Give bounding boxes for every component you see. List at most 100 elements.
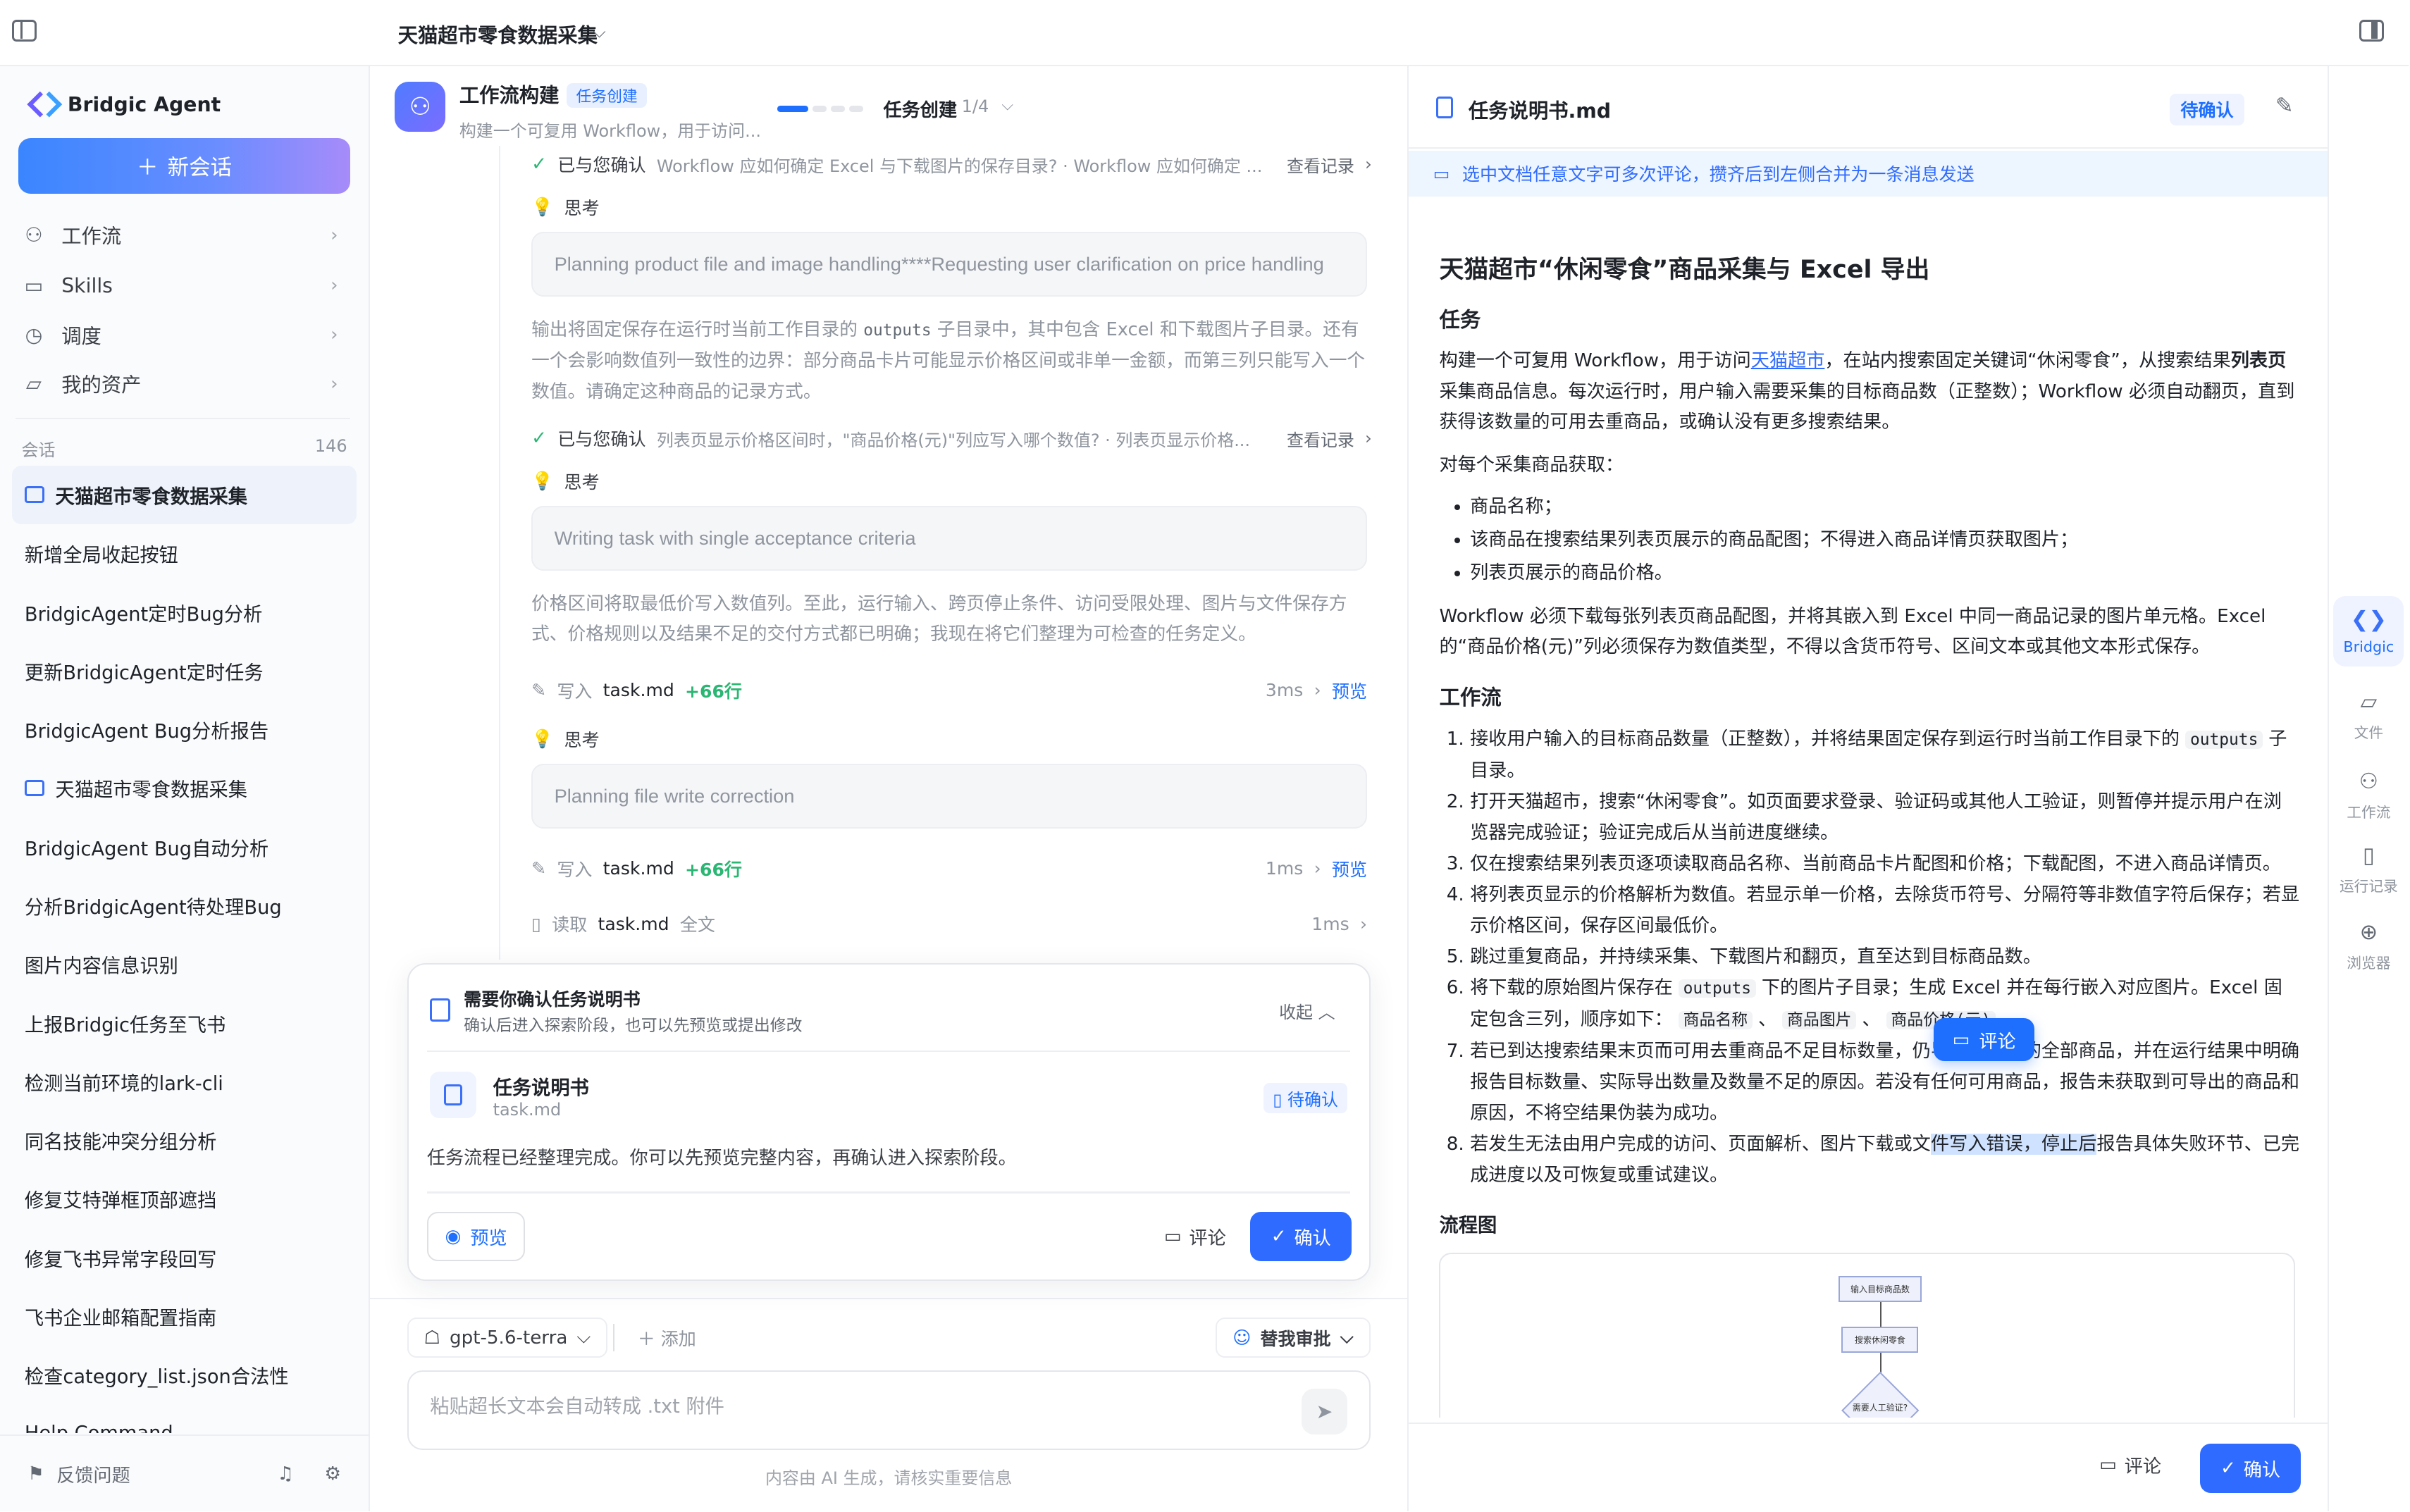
right-panel-toggle-icon[interactable] <box>2359 20 2385 42</box>
conversation-item[interactable]: 修复飞书异常字段回写 <box>12 1228 356 1287</box>
sidebar-item-label: 调度 <box>61 324 101 348</box>
new-chat-button[interactable]: ＋ 新会话 <box>18 138 351 194</box>
stage-badge: 任务创建 <box>567 82 647 109</box>
brand: Bridgic Agent <box>27 91 221 118</box>
edit-icon[interactable]: ✎ <box>2275 94 2294 118</box>
document-title: 天猫超市“休闲零食”商品采集与 Excel 导出 <box>1439 256 1930 285</box>
file-name[interactable]: 任务说明书 <box>493 1072 589 1100</box>
check-icon: ✓ <box>531 154 547 175</box>
document-icon <box>430 998 450 1022</box>
conversation-item[interactable]: 修复艾特弹框顶部遮挡 <box>12 1170 356 1228</box>
conversation-item[interactable]: 更新BridgicAgent定时任务 <box>12 641 356 700</box>
conversation-item[interactable]: BridgicAgent Bug分析报告 <box>12 700 356 759</box>
conversation-item[interactable]: 检测当前环境的lark-cli <box>12 1052 356 1110</box>
message-stream[interactable]: ✓ 已与您确认 Workflow 应如何确定 Excel 与下载图片的保存目录?… <box>499 146 1372 960</box>
thinking-header[interactable]: 💡 思考 <box>531 192 1372 223</box>
folder-icon: ▱ <box>2360 690 2378 714</box>
rail-item-files[interactable]: ▱ 文件 <box>2333 681 2404 751</box>
list-item: 接收用户输入的目标商品数量（正整数），并将结果固定保存到运行时当前工作目录下的 … <box>1470 724 2299 786</box>
rail-item-browser[interactable]: ⊕ 浏览器 <box>2333 911 2404 981</box>
rail-item-run-records[interactable]: ▯ 运行记录 <box>2333 834 2404 905</box>
thinking-box[interactable]: Planning file write correction <box>531 764 1367 829</box>
sidebar-item-skills[interactable]: ▭ Skills › <box>22 264 347 307</box>
robot-icon: ☺ <box>1232 1327 1252 1349</box>
paragraph: 对每个采集商品获取： <box>1439 454 1624 476</box>
model-selector[interactable]: ☖ gpt-5.6-terra ⌵ <box>407 1318 608 1358</box>
conversation-item[interactable]: 检查category_list.json合法性 <box>12 1346 356 1404</box>
conversation-item[interactable]: 飞书企业邮箱配置指南 <box>12 1287 356 1345</box>
confirm-button[interactable]: ✓ 确认 <box>2199 1444 2301 1493</box>
conversation-item[interactable]: 同名技能冲突分组分析 <box>12 1110 356 1169</box>
divider <box>612 1324 614 1352</box>
step-count[interactable]: 1/4 <box>962 97 989 116</box>
comment-button[interactable]: ▭ 评论 <box>2099 1451 2161 1478</box>
list-item: 若已到达搜索结果末页而可用去重商品不足目标数量，仍导出已获取的全部商品，并在运行… <box>1470 1036 2299 1129</box>
conversation-item[interactable]: Help Command <box>12 1404 356 1433</box>
bullet-list: 商品名称； 该商品在搜索结果列表页展示的商品配图；不得进入商品详情页获取图片； … <box>1439 490 2299 590</box>
sidebar-item-schedule[interactable]: ◷ 调度 › <box>22 314 347 357</box>
step-label[interactable]: 任务创建 <box>883 95 957 122</box>
thinking-header[interactable]: 💡 思考 <box>531 724 1372 755</box>
confirmed-row[interactable]: ✓ 已与您确认 Workflow 应如何确定 Excel 与下载图片的保存目录?… <box>531 146 1372 182</box>
thinking-box[interactable]: Writing task with single acceptance crit… <box>531 506 1367 571</box>
tool-call-row[interactable]: ✎ 写入 task.md +66行 3ms › 预览 <box>531 672 1367 709</box>
conversation-item[interactable]: 新增全局收起按钮 <box>12 524 356 583</box>
conversation-item[interactable]: 天猫超市零食数据采集 <box>12 465 357 524</box>
inline-comment-button[interactable]: ▭ 评论 <box>1934 1018 2034 1062</box>
view-record-link[interactable]: 查看记录 <box>1287 426 1354 451</box>
chevron-down-icon[interactable]: ⌵ <box>1001 97 1013 114</box>
record-icon: ▯ <box>2362 843 2375 868</box>
sidebar-item-workflow[interactable]: ⚇ 工作流 › <box>22 213 347 256</box>
comment-button[interactable]: ▭ 评论 <box>1158 1212 1232 1261</box>
conversation-item[interactable]: 图片内容信息识别 <box>12 935 356 993</box>
bridgic-icon: ❮❯ <box>2350 607 2387 633</box>
brand-name: Bridgic Agent <box>67 92 221 116</box>
flow-node: 需要人工验证? <box>1852 1403 1908 1413</box>
preview-link[interactable]: 预览 <box>1332 856 1367 881</box>
conversation-item[interactable]: BridgicAgent定时Bug分析 <box>12 583 356 641</box>
confirmed-row[interactable]: ✓ 已与您确认 列表页显示价格区间时，"商品价格(元)"列应写入哪个数值? · … <box>531 420 1372 457</box>
send-button[interactable]: ➤ <box>1301 1388 1348 1434</box>
conversations-header: 会话 146 <box>22 436 347 461</box>
document-body[interactable]: 天猫超市“休闲零食”商品采集与 Excel 导出 任务 构建一个可复用 Work… <box>1439 220 2299 1418</box>
preview-button[interactable]: ◉ 预览 <box>426 1211 526 1261</box>
collapse-button[interactable]: 收起 ︿ <box>1279 998 1335 1023</box>
confirm-button[interactable]: ✓ 确认 <box>1250 1211 1352 1261</box>
view-record-link[interactable]: 查看记录 <box>1287 152 1354 177</box>
conversation-item[interactable]: BridgicAgent Bug自动分析 <box>12 817 356 876</box>
message-input[interactable] <box>430 1396 1260 1418</box>
auto-approve-selector[interactable]: ☺ 替我审批 ⌵ <box>1216 1318 1371 1358</box>
bell-icon[interactable]: ♫ <box>277 1463 293 1485</box>
card-message: 任务流程已经整理完成。你可以先预览完整内容，再确认进入探索阶段。 <box>426 1147 1017 1169</box>
thinking-box[interactable]: Planning product file and image handling… <box>531 232 1367 297</box>
flowchart[interactable]: 输入目标商品数 搜索休闲零食 需要人工验证? <box>1439 1253 2295 1418</box>
rail-item-bridgic[interactable]: ❮❯ Bridgic <box>2333 595 2404 667</box>
chevron-down-icon[interactable]: ⌵ <box>593 22 605 42</box>
terminal-icon: ▭ <box>24 273 44 297</box>
lightbulb-icon: 💡 <box>531 471 554 492</box>
gear-icon[interactable]: ⚙ <box>325 1463 341 1485</box>
conversation-item[interactable]: 分析BridgicAgent待处理Bug <box>12 876 356 934</box>
divider <box>426 1191 1351 1194</box>
chat-icon <box>24 779 45 797</box>
divider <box>15 417 351 420</box>
sidebar-toggle-icon[interactable] <box>12 20 37 42</box>
chevron-right-icon: › <box>1365 154 1372 175</box>
tool-call-row[interactable]: ▯ 读取 task.md 全文 1ms › <box>531 905 1367 942</box>
preview-link[interactable]: 预览 <box>1332 678 1367 703</box>
sidebar-item-assets[interactable]: ▱ 我的资产 › <box>22 362 347 405</box>
chevron-right-icon: › <box>330 275 338 297</box>
list-item: 仅在搜索结果列表页逐项读取商品名称、当前商品卡片配图和价格；下载配图，不进入商品… <box>1470 848 2299 879</box>
add-attachment-button[interactable]: ＋ 添加 <box>638 1325 696 1351</box>
workflow-title: 工作流构建 <box>459 84 560 108</box>
thinking-header[interactable]: 💡 思考 <box>531 466 1372 497</box>
list-item: 列表页展示的商品价格。 <box>1470 557 2299 590</box>
page-title[interactable]: 天猫超市零食数据采集 <box>398 20 598 49</box>
tmall-link[interactable]: 天猫超市 <box>1751 350 1825 371</box>
conversation-item[interactable]: 天猫超市零食数据采集 <box>12 759 356 817</box>
workflow-icon: ⚇ <box>395 81 446 132</box>
feedback-link[interactable]: 反馈问题 <box>56 1461 130 1487</box>
rail-item-workflow[interactable]: ⚇ 工作流 <box>2333 760 2404 831</box>
conversation-item[interactable]: 上报Bridgic任务至飞书 <box>12 993 356 1052</box>
tool-call-row[interactable]: ✎ 写入 task.md +66行 1ms › 预览 <box>531 850 1367 886</box>
